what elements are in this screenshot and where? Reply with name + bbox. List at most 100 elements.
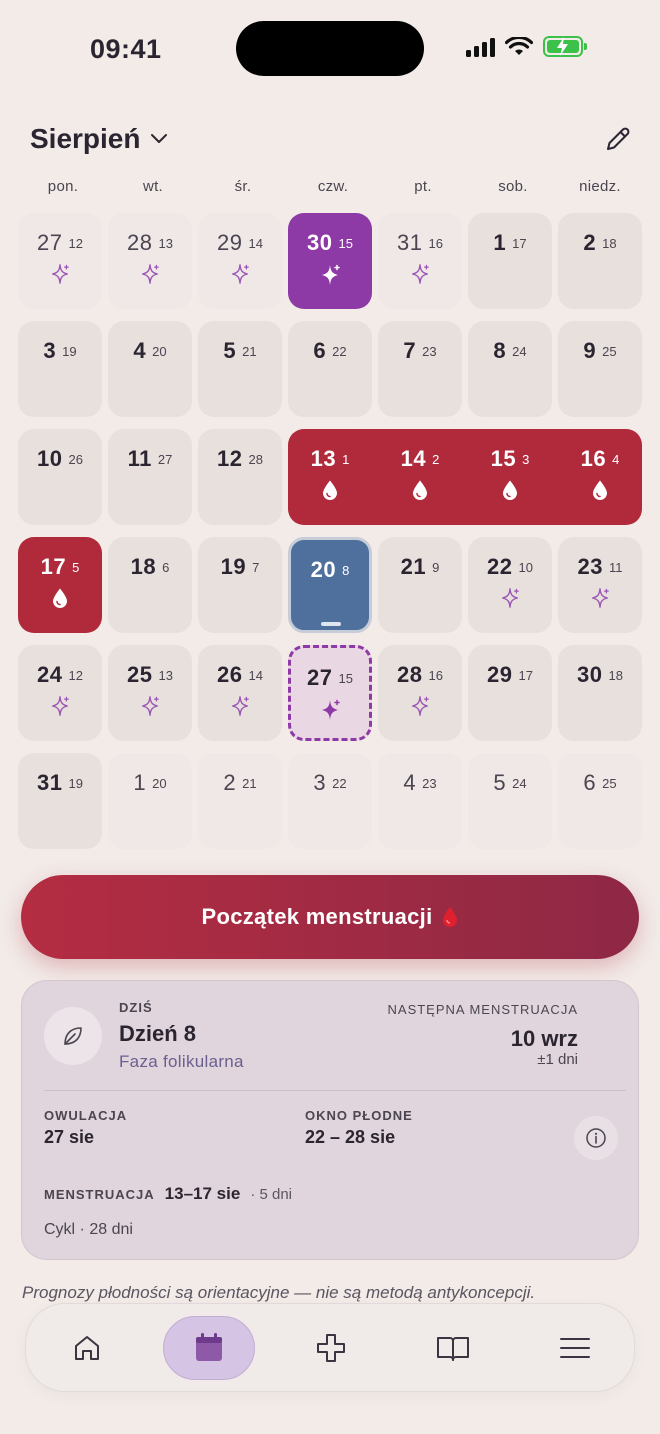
day-number: 2 18 (558, 230, 642, 256)
calendar-day[interactable]: 6 22 (288, 321, 372, 417)
day-of-month: 24 (37, 662, 63, 687)
cycle-day: 15 (338, 671, 353, 686)
calendar-day[interactable]: 4 20 (108, 321, 192, 417)
day-of-month: 31 (397, 230, 423, 255)
day-marker (18, 263, 102, 285)
calendar-day[interactable]: 8 24 (468, 321, 552, 417)
day-number: 26 14 (198, 662, 282, 688)
cycle-day: 19 (68, 776, 83, 791)
day-number: 30 15 (288, 230, 372, 256)
cycle-day: 28 (248, 452, 263, 467)
cycle-day: 9 (432, 560, 440, 575)
day-number: 9 25 (558, 338, 642, 364)
calendar-day[interactable]: 3 22 (288, 753, 372, 849)
pencil-icon[interactable] (603, 124, 633, 154)
tab-calendar[interactable] (163, 1316, 255, 1380)
weekday-label: pt. (414, 178, 432, 195)
calendar-day[interactable]: 23 11 (558, 537, 642, 633)
drop-icon (593, 480, 607, 500)
tab-menu[interactable] (529, 1316, 621, 1380)
calendar-day[interactable]: 4 23 (378, 753, 462, 849)
calendar-day[interactable]: 2 18 (558, 213, 642, 309)
sparkle-icon (322, 699, 340, 720)
tab-add[interactable] (285, 1316, 377, 1380)
month-title[interactable]: Sierpień (30, 123, 140, 155)
drop-icon (503, 480, 517, 500)
chevron-down-icon[interactable] (149, 128, 169, 148)
calendar-day[interactable]: 21 9 (378, 537, 462, 633)
calendar-day[interactable]: 27 12 (18, 213, 102, 309)
next-period-label: NASTĘPNA MENSTRUACJA (387, 1002, 578, 1017)
calendar-day[interactable]: 29 14 (198, 213, 282, 309)
day-of-month: 28 (127, 230, 153, 255)
calendar-day[interactable]: 19 7 (198, 537, 282, 633)
day-of-month: 4 (133, 338, 147, 363)
calendar-day[interactable]: 7 23 (378, 321, 462, 417)
calendar-day[interactable]: 15 3 (468, 429, 552, 525)
calendar-day[interactable]: 1 20 (108, 753, 192, 849)
cycle-day: 25 (602, 776, 617, 791)
calendar-day[interactable]: 25 13 (108, 645, 192, 741)
calendar-day[interactable]: 30 18 (558, 645, 642, 741)
calendar-day[interactable]: 13 1 (288, 429, 372, 525)
day-marker (378, 695, 462, 717)
day-number: 1 17 (468, 230, 552, 256)
calendar-day[interactable]: 12 28 (198, 429, 282, 525)
calendar-day[interactable]: 5 21 (198, 321, 282, 417)
calendar-day[interactable]: 30 15 (288, 213, 372, 309)
calendar-day[interactable]: 22 10 (468, 537, 552, 633)
tab-knowledge[interactable] (407, 1316, 499, 1380)
menstruation-label: MENSTRUACJA (44, 1187, 155, 1202)
day-of-month: 5 (493, 770, 507, 795)
calendar-icon (196, 1333, 222, 1361)
day-number: 4 20 (108, 338, 192, 364)
sparkle-icon (231, 264, 249, 284)
day-of-month: 3 (313, 770, 327, 795)
calendar-day[interactable]: 6 25 (558, 753, 642, 849)
day-number: 30 18 (558, 662, 642, 688)
calendar-day[interactable]: 24 12 (18, 645, 102, 741)
drop-icon (413, 480, 427, 500)
cycle-day: 22 (332, 776, 347, 791)
cycle-day: 12 (68, 236, 83, 251)
calendar-day[interactable]: 2 21 (198, 753, 282, 849)
day-of-month: 11 (127, 446, 152, 471)
start-period-button[interactable]: Początek menstruacji (21, 875, 639, 959)
day-of-month: 21 (400, 554, 427, 579)
dynamic-island (236, 21, 424, 76)
divider (44, 1090, 626, 1091)
calendar-day[interactable]: 11 27 (108, 429, 192, 525)
next-period-date: 10 wrz (510, 1026, 578, 1051)
info-button[interactable] (574, 1116, 618, 1160)
day-number: 27 12 (18, 230, 102, 256)
calendar-day[interactable]: 14 2 (378, 429, 462, 525)
calendar-day[interactable]: 29 17 (468, 645, 552, 741)
day-marker (108, 695, 192, 717)
day-of-month: 6 (313, 338, 327, 363)
cycle-day: 21 (242, 344, 257, 359)
calendar-day[interactable]: 31 16 (378, 213, 462, 309)
battery-icon (543, 36, 587, 57)
calendar-day[interactable]: 9 25 (558, 321, 642, 417)
tab-home[interactable] (41, 1316, 133, 1380)
calendar-day[interactable]: 31 19 (18, 753, 102, 849)
calendar-day[interactable]: 5 24 (468, 753, 552, 849)
calendar-day[interactable]: 20 8 (288, 537, 372, 633)
today-cycle-day: Dzień 8 (119, 1021, 197, 1046)
calendar-day[interactable]: 18 6 (108, 537, 192, 633)
cycle-day: 15 (338, 236, 353, 251)
calendar-day[interactable]: 28 16 (378, 645, 462, 741)
phase-badge (44, 1007, 102, 1065)
day-number: 7 23 (378, 338, 462, 364)
cycle-day: 25 (602, 344, 617, 359)
calendar-day[interactable]: 16 4 (558, 429, 642, 525)
calendar-day[interactable]: 28 13 (108, 213, 192, 309)
tab-bar (25, 1303, 635, 1392)
calendar-day[interactable]: 26 14 (198, 645, 282, 741)
calendar-day[interactable]: 17 5 (18, 537, 102, 633)
calendar-day[interactable]: 10 26 (18, 429, 102, 525)
calendar-day[interactable]: 3 19 (18, 321, 102, 417)
calendar-day[interactable]: 1 17 (468, 213, 552, 309)
weekday-label: śr. (234, 178, 252, 195)
calendar-day[interactable]: 27 15 (288, 645, 372, 741)
